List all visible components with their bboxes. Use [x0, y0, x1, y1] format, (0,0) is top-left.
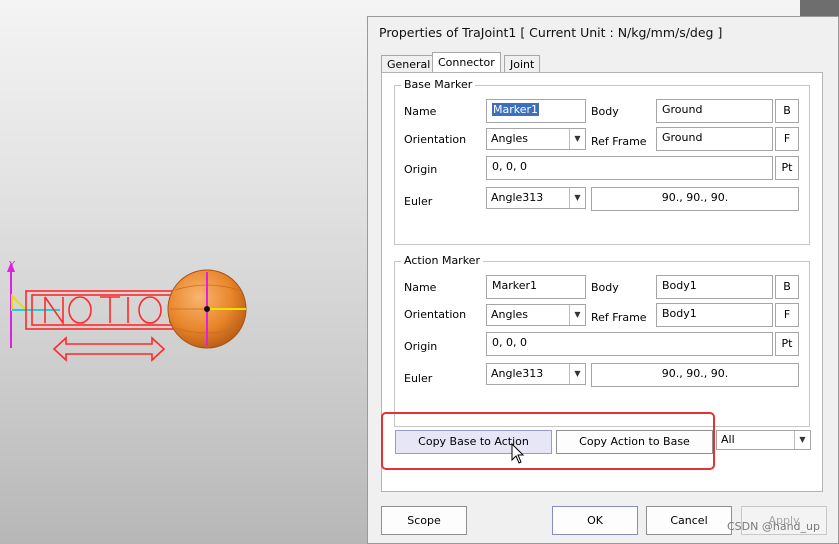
chevron-down-icon: ▼ [569, 188, 585, 208]
base-orientation-select[interactable]: Angles ▼ [486, 128, 586, 150]
action-orientation-value: Angles [491, 308, 529, 321]
copy-scope-value: All [721, 433, 735, 446]
base-origin-input[interactable]: 0, 0, 0 [486, 156, 773, 180]
chevron-down-icon: ▼ [569, 364, 585, 384]
highlight-annotation [381, 412, 715, 470]
base-origin-label: Origin [404, 163, 438, 176]
action-orientation-select[interactable]: Angles ▼ [486, 304, 586, 326]
action-euler-angles-input[interactable]: 90., 90., 90. [591, 363, 799, 387]
base-euler-angles-input[interactable]: 90., 90., 90. [591, 187, 799, 211]
base-euler-type-value: Angle313 [491, 191, 544, 204]
mouse-cursor-icon [511, 443, 525, 464]
action-ref-frame-label: Ref Frame [591, 311, 647, 324]
tab-general[interactable]: General [381, 55, 437, 73]
tab-connector[interactable]: Connector [432, 52, 501, 73]
base-orientation-value: Angles [491, 132, 529, 145]
copy-scope-select[interactable]: All ▼ [716, 430, 811, 450]
base-ref-frame-label: Ref Frame [591, 135, 647, 148]
base-ref-frame-input[interactable]: Ground [656, 127, 773, 151]
chevron-down-icon: ▼ [569, 129, 585, 149]
double-arrow-icon [52, 336, 166, 362]
base-euler-type-select[interactable]: Angle313 ▼ [486, 187, 586, 209]
base-marker-group: Base Marker Name Marker1 Body Ground B O… [394, 78, 810, 245]
action-body-select-button[interactable]: B [775, 275, 799, 299]
action-euler-type-select[interactable]: Angle313 ▼ [486, 363, 586, 385]
y-axis-label: Y [8, 260, 16, 271]
action-name-label: Name [404, 281, 437, 294]
triad-shape [11, 293, 29, 311]
base-body-label: Body [591, 105, 619, 118]
action-marker-title: Action Marker [401, 254, 483, 267]
action-ref-frame-input[interactable]: Body1 [656, 303, 773, 327]
action-body-input[interactable]: Body1 [656, 275, 773, 299]
base-ref-frame-select-button[interactable]: F [775, 127, 799, 151]
base-body-select-button[interactable]: B [775, 99, 799, 123]
action-orientation-label: Orientation [404, 308, 467, 321]
properties-dialog: Properties of TraJoint1 [ Current Unit :… [367, 16, 839, 544]
watermark-text: CSDN @hand_up [727, 520, 820, 533]
scope-button[interactable]: Scope [381, 506, 467, 535]
base-euler-label: Euler [404, 195, 433, 208]
action-body-label: Body [591, 281, 619, 294]
marker-point [204, 306, 210, 312]
base-name-input[interactable]: Marker1 [486, 99, 586, 123]
model-graphics: Y [7, 260, 247, 362]
base-orientation-label: Orientation [404, 133, 467, 146]
base-name-value: Marker1 [492, 103, 540, 116]
tab-joint[interactable]: Joint [504, 55, 541, 73]
action-ref-frame-select-button[interactable]: F [775, 303, 799, 327]
action-origin-pick-button[interactable]: Pt [775, 332, 799, 356]
base-name-label: Name [404, 105, 437, 118]
chevron-down-icon: ▼ [569, 305, 585, 325]
chevron-down-icon: ▼ [794, 431, 810, 449]
cancel-button[interactable]: Cancel [646, 506, 732, 535]
action-euler-type-value: Angle313 [491, 367, 544, 380]
action-marker-group: Action Marker Name Marker1 Body Body1 B … [394, 254, 810, 427]
action-name-input[interactable]: Marker1 [486, 275, 586, 299]
ok-button[interactable]: OK [552, 506, 638, 535]
dialog-title: Properties of TraJoint1 [ Current Unit :… [379, 25, 723, 40]
action-origin-input[interactable]: 0, 0, 0 [486, 332, 773, 356]
background-window-edge [800, 0, 839, 16]
action-euler-label: Euler [404, 372, 433, 385]
base-origin-pick-button[interactable]: Pt [775, 156, 799, 180]
base-marker-title: Base Marker [401, 78, 476, 91]
action-origin-label: Origin [404, 340, 438, 353]
base-body-input[interactable]: Ground [656, 99, 773, 123]
